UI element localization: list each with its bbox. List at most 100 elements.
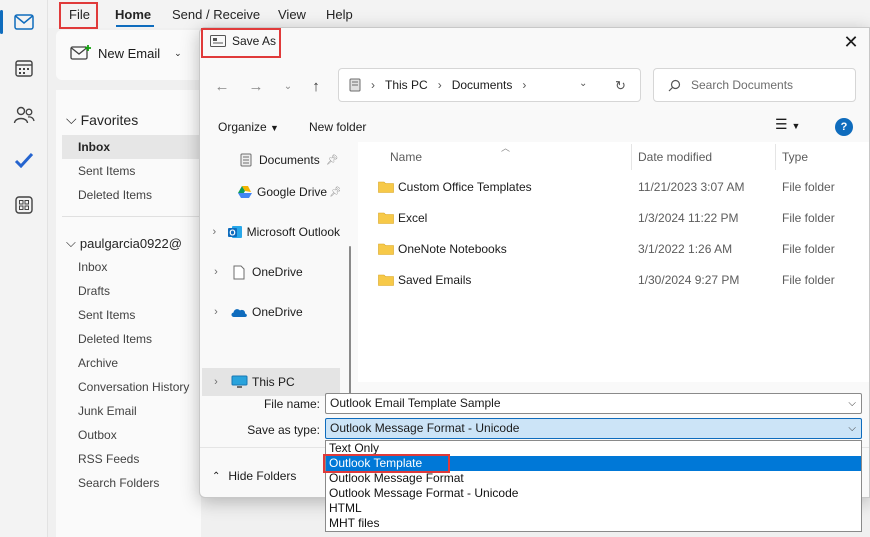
cloud-icon — [230, 304, 248, 320]
file-list: ︿ Name Date modified Type Custom Office … — [358, 142, 869, 382]
view-options-icon[interactable]: ☰ ▼ — [775, 116, 800, 133]
option-outlook-message-format-unicode[interactable]: Outlook Message Format - Unicode — [326, 486, 861, 501]
people-icon[interactable] — [12, 103, 36, 127]
file-date: 11/21/2023 3:07 AM — [638, 180, 745, 194]
folder-deleted-items[interactable]: Deleted Items — [78, 332, 152, 346]
option-outlook-message-format[interactable]: Outlook Message Format — [326, 471, 861, 486]
folder-conversation-history[interactable]: Conversation History — [78, 380, 189, 394]
back-arrow-icon[interactable]: ← — [212, 76, 232, 96]
file-type: File folder — [782, 180, 835, 194]
menu-home[interactable]: Home — [115, 7, 151, 22]
favorites-header[interactable]: ⌵ Favorites — [66, 111, 138, 128]
calendar-icon[interactable] — [12, 56, 36, 80]
tree-item-documents[interactable]: Documents 📌︎ — [202, 146, 340, 174]
menu-send-receive[interactable]: Send / Receive — [172, 7, 260, 22]
app-rail — [0, 0, 48, 537]
account-header[interactable]: ⌵ paulgarcia0922@ — [66, 235, 182, 251]
mail-icon[interactable] — [12, 10, 36, 34]
chevron-right-icon[interactable]: › — [202, 306, 230, 318]
chevron-down-icon: ⌵ — [66, 111, 77, 127]
option-html[interactable]: HTML — [326, 501, 861, 516]
column-name[interactable]: Name — [390, 150, 422, 164]
file-name: Excel — [398, 211, 428, 225]
forward-arrow-icon[interactable]: → — [246, 76, 266, 96]
chevron-down-icon: ⌵ — [66, 235, 76, 250]
tree-item-this-pc[interactable]: › This PC — [202, 368, 340, 396]
new-email-button[interactable]: New Email ⌄ — [70, 44, 182, 62]
help-icon[interactable]: ? — [835, 118, 853, 136]
file-date: 3/1/2022 1:26 AM — [638, 242, 733, 256]
rail-active-indicator — [0, 10, 3, 34]
folder-rss-feeds[interactable]: RSS Feeds — [78, 452, 139, 466]
file-name-field[interactable]: Outlook Email Template Sample ⌵ — [325, 393, 862, 414]
new-folder-button[interactable]: New folder — [309, 120, 366, 134]
menu-view[interactable]: View — [278, 7, 306, 22]
column-separator[interactable] — [775, 144, 776, 170]
pc-icon — [349, 78, 361, 92]
monitor-icon — [230, 374, 248, 390]
organize-button[interactable]: Organize ▼ — [218, 120, 279, 134]
tree-item-onedrive[interactable]: › OneDrive — [202, 298, 340, 326]
folder-sent-items[interactable]: Sent Items — [78, 308, 135, 322]
table-row[interactable]: OneNote Notebooks 3/1/2022 1:26 AM File … — [358, 234, 869, 264]
file-date: 1/3/2024 11:22 PM — [638, 211, 739, 225]
navigation-tree: Documents 📌︎ Google Drive 📌︎ › O Microso… — [202, 142, 357, 406]
tree-item-google-drive[interactable]: Google Drive 📌︎ — [202, 178, 340, 206]
folder-search-folders[interactable]: Search Folders — [78, 476, 159, 490]
chevron-right-icon: › — [522, 78, 527, 92]
search-input[interactable]: Search Documents — [653, 68, 856, 102]
table-row[interactable]: Saved Emails 1/30/2024 9:27 PM File fold… — [358, 265, 869, 295]
folder-inbox[interactable]: Inbox — [78, 260, 107, 274]
folder-drafts[interactable]: Drafts — [78, 284, 110, 298]
tree-scrollbar[interactable] — [349, 246, 351, 406]
address-bar[interactable]: › This PC › Documents › ⌄ ↻ — [338, 68, 641, 102]
apps-grid-icon[interactable] — [12, 193, 36, 217]
save-type-select[interactable]: Outlook Message Format - Unicode ⌵ — [325, 418, 862, 439]
chevron-right-icon: › — [371, 78, 375, 92]
menu-bar: File Home Send / Receive View Help — [48, 0, 870, 28]
favorite-sent-items[interactable]: Sent Items — [78, 164, 135, 178]
table-row[interactable]: Excel 1/3/2024 11:22 PM File folder — [358, 203, 869, 233]
tree-item-onedrive-personal[interactable]: › OneDrive — [202, 258, 340, 286]
folder-archive[interactable]: Archive — [78, 356, 118, 370]
google-drive-icon — [237, 184, 253, 200]
chevron-right-icon: › — [437, 78, 442, 92]
folder-icon — [378, 181, 394, 193]
chevron-right-icon[interactable]: › — [202, 226, 227, 238]
chevron-down-icon[interactable]: ⌵ — [848, 394, 856, 413]
recent-chevron-icon[interactable]: ⌄ — [278, 76, 298, 96]
up-arrow-icon[interactable]: ↑ — [306, 76, 326, 96]
chevron-right-icon[interactable]: › — [202, 266, 230, 278]
command-bar: Organize ▼ New folder ☰ ▼ ? — [200, 112, 869, 142]
folder-junk-email[interactable]: Junk Email — [78, 404, 137, 418]
todo-check-icon[interactable] — [12, 148, 36, 172]
new-email-icon — [70, 45, 91, 60]
file-type: File folder — [782, 242, 835, 256]
chevron-right-icon[interactable]: › — [202, 376, 230, 388]
save-as-dialog: Save As ✕ ← → ⌄ ↑ › This PC › Documents … — [199, 27, 870, 498]
address-dropdown-icon[interactable]: ⌄ — [579, 78, 587, 89]
breadcrumb-documents[interactable]: Documents — [452, 78, 513, 92]
close-icon[interactable]: ✕ — [841, 32, 861, 52]
table-row[interactable]: Custom Office Templates 11/21/2023 3:07 … — [358, 172, 869, 202]
option-mht-files[interactable]: MHT files — [326, 516, 861, 531]
file-type: File folder — [782, 211, 835, 225]
file-name: OneNote Notebooks — [398, 242, 507, 256]
chevron-down-icon[interactable]: ⌄ — [174, 48, 182, 59]
favorite-deleted-items[interactable]: Deleted Items — [78, 188, 152, 202]
folder-outbox[interactable]: Outbox — [78, 428, 117, 442]
hide-folders-button[interactable]: ⌃ Hide Folders — [212, 469, 296, 483]
favorite-inbox[interactable]: Inbox — [62, 135, 201, 159]
chevron-down-icon[interactable]: ⌵ — [848, 419, 856, 438]
menu-help[interactable]: Help — [326, 7, 353, 22]
file-highlight-box — [59, 2, 98, 29]
column-separator[interactable] — [631, 144, 632, 170]
tree-item-microsoft-outlook[interactable]: › O Microsoft Outlook — [202, 218, 340, 246]
new-email-label: New Email — [98, 45, 161, 61]
folder-icon — [378, 274, 394, 286]
column-type[interactable]: Type — [782, 150, 808, 164]
folder-icon — [378, 212, 394, 224]
breadcrumb-this-pc[interactable]: This PC — [385, 78, 428, 92]
refresh-icon[interactable]: ↻ — [615, 78, 626, 94]
column-date-modified[interactable]: Date modified — [638, 150, 712, 164]
